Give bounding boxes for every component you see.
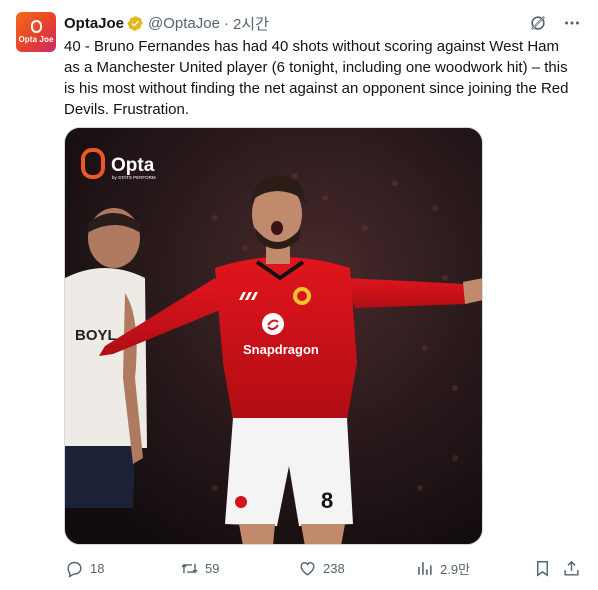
like-button[interactable]: 238 [297, 558, 345, 578]
tweet-actions: 18 59 238 2.9만 [64, 556, 582, 580]
tweet-image[interactable]: Opta by STATS PERFORM BOYL Snapdragon 8 [64, 127, 483, 545]
retweet-button[interactable]: 59 [179, 558, 219, 578]
tweet-top-actions [528, 12, 582, 34]
analytics-icon [414, 558, 434, 578]
share-icon [561, 558, 581, 578]
tweet-header: OptaJoe @OptaJoe · 2시간 [64, 12, 269, 34]
retweet-count: 59 [205, 560, 220, 576]
author-handle[interactable]: @OptaJoe [148, 15, 220, 32]
verified-badge-icon[interactable] [127, 15, 144, 32]
tweet-text: 40 - Bruno Fernandes has had 40 shots wi… [64, 38, 569, 118]
avatar[interactable]: Opta Joe [16, 12, 56, 52]
bookmark-icon [532, 558, 552, 578]
more-options-icon[interactable] [562, 13, 582, 33]
author-name[interactable]: OptaJoe [64, 15, 124, 32]
views-count: 2.9만 [440, 561, 471, 577]
views-button[interactable]: 2.9만 [414, 558, 470, 578]
reply-icon [64, 558, 84, 578]
bookmark-button[interactable] [532, 558, 558, 578]
opta-logo-text: Opta [111, 155, 155, 176]
reply-button[interactable]: 18 [64, 558, 104, 578]
grok-icon[interactable] [528, 13, 548, 33]
retweet-icon [179, 558, 199, 578]
opponent-shirt-text: BOYL [75, 327, 117, 344]
separator-dot: · [223, 14, 229, 32]
like-count: 238 [323, 560, 345, 576]
shorts-number: 8 [321, 488, 333, 513]
heart-icon [297, 558, 317, 578]
share-button[interactable] [561, 558, 587, 578]
opta-logo-icon [30, 20, 42, 33]
tweet-timestamp[interactable]: 2시간 [233, 13, 269, 34]
reply-count: 18 [90, 560, 105, 576]
opta-logo-subtext: by STATS PERFORM [112, 175, 156, 180]
shirt-sponsor-text: Snapdragon [243, 342, 319, 357]
avatar-label: Opta Joe [18, 35, 54, 44]
